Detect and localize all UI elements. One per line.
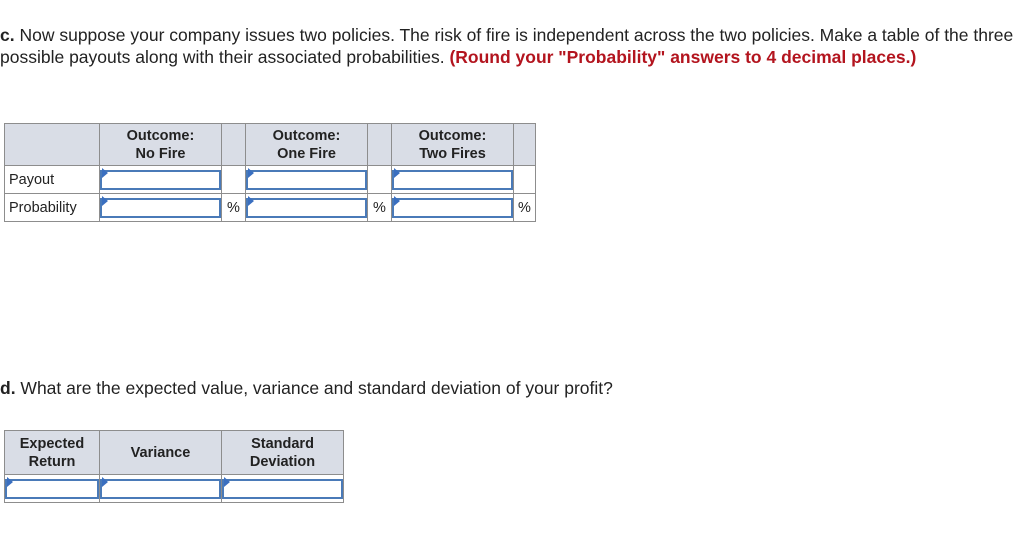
- header-standard-deviation: Standard Deviation: [221, 430, 344, 475]
- unit-header: [221, 123, 246, 166]
- payout-no-fire-cell: [99, 165, 222, 194]
- expected-return-cell: [4, 474, 100, 503]
- question-d-label: d.: [0, 378, 16, 398]
- question-d: d. What are the expected value, variance…: [0, 377, 613, 399]
- percent-sign: %: [221, 193, 246, 222]
- payout-unit: [367, 165, 392, 194]
- question-c-hint: (Round your "Probability" answers to 4 d…: [449, 47, 917, 67]
- header-expected-return: Expected Return: [4, 430, 100, 475]
- payout-no-fire-input[interactable]: [100, 169, 221, 190]
- payout-probability-table: Outcome: No Fire Outcome: One Fire Outcome…: [4, 123, 536, 222]
- unit-header: [367, 123, 392, 166]
- question-c: c. Now suppose your company issues two p…: [0, 24, 1015, 68]
- table-header-row: Expected Return Variance Standard Deviatio…: [4, 430, 344, 475]
- question-c-label: c.: [0, 25, 15, 45]
- row-label-probability: Probability: [4, 193, 100, 222]
- payout-unit: [221, 165, 246, 194]
- header-one-fire: Outcome: One Fire: [245, 123, 368, 166]
- header-two-fires: Outcome: Two Fires: [391, 123, 514, 166]
- table-row-payout: Payout: [4, 165, 536, 194]
- percent-sign: %: [513, 193, 536, 222]
- payout-one-fire-input[interactable]: [246, 169, 367, 190]
- probability-one-fire-input[interactable]: [246, 197, 367, 218]
- probability-two-fires-cell: [391, 193, 514, 222]
- variance-input[interactable]: [100, 478, 221, 499]
- unit-header: [513, 123, 536, 166]
- expected-return-input[interactable]: [5, 478, 99, 499]
- payout-two-fires-cell: [391, 165, 514, 194]
- statistics-table: Expected Return Variance Standard Deviatio…: [4, 430, 344, 503]
- probability-no-fire-input[interactable]: [100, 197, 221, 218]
- header-variance: Variance: [99, 430, 222, 475]
- table-row-probability: Probability % % %: [4, 193, 536, 222]
- payout-two-fires-input[interactable]: [392, 169, 513, 190]
- table-header-row: Outcome: No Fire Outcome: One Fire Outcome…: [4, 123, 536, 166]
- corner-header: [4, 123, 100, 166]
- probability-two-fires-input[interactable]: [392, 197, 513, 218]
- probability-one-fire-cell: [245, 193, 368, 222]
- percent-sign: %: [367, 193, 392, 222]
- probability-no-fire-cell: [99, 193, 222, 222]
- row-label-payout: Payout: [4, 165, 100, 194]
- standard-deviation-input[interactable]: [222, 478, 343, 499]
- question-d-text: What are the expected value, variance an…: [15, 378, 613, 398]
- payout-unit: [513, 165, 536, 194]
- standard-deviation-cell: [221, 474, 344, 503]
- payout-one-fire-cell: [245, 165, 368, 194]
- variance-cell: [99, 474, 222, 503]
- header-no-fire: Outcome: No Fire: [99, 123, 222, 166]
- table-row-answers: [4, 474, 344, 503]
